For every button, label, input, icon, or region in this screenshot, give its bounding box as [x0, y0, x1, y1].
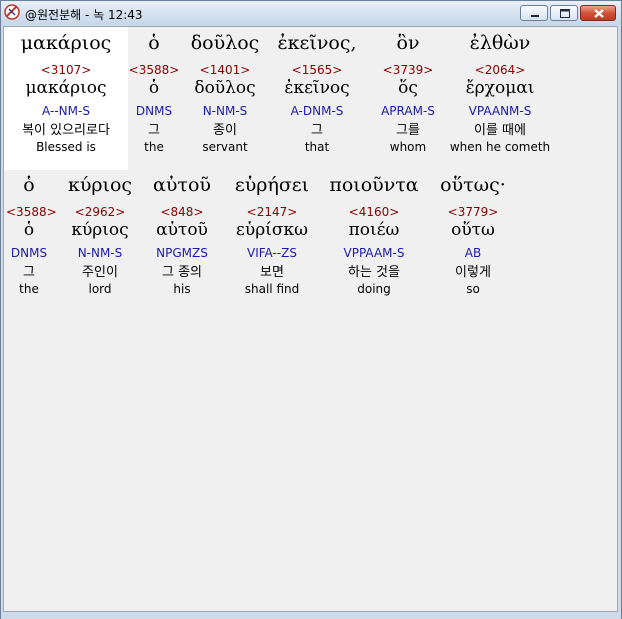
strong-number: <1565>	[291, 63, 343, 77]
greek-word: δοῦλος	[190, 32, 260, 54]
word-cell[interactable]: εὑρήσει <2147> εὑρίσκω VIFA--ZS 보면 shall find	[224, 173, 320, 296]
english-gloss: that	[304, 140, 330, 154]
strong-number: <848>	[160, 205, 204, 219]
close-button[interactable]	[580, 5, 616, 21]
english-gloss: the	[19, 282, 39, 296]
word-cell[interactable]: ἐκεῖνος, <1565> ἐκεῖνος A-DNM-S 그 that	[269, 31, 365, 154]
lemma-word: ὅς	[398, 78, 418, 98]
word-cell[interactable]: οὕτως· <3779> οὕτω AB 이렇게 so	[427, 173, 519, 296]
lemma-word: ποιέω	[348, 220, 400, 240]
english-gloss: servant	[202, 140, 248, 154]
maximize-icon	[560, 9, 570, 18]
title-bar[interactable]: @원전분해 - 녹 12:43	[1, 1, 621, 25]
korean-gloss: 그	[23, 265, 35, 280]
english-gloss: so	[466, 282, 480, 296]
parse-code: AB	[464, 246, 482, 260]
parse-code: APRAM-S	[381, 104, 435, 118]
greek-word: ὃν	[396, 32, 420, 54]
strong-number: <3779>	[447, 205, 499, 219]
english-gloss: the	[144, 140, 164, 154]
greek-word: εὑρήσει	[234, 174, 310, 196]
lemma-word: κύριος	[71, 220, 129, 240]
english-gloss: shall find	[244, 282, 300, 296]
greek-word: ἐλθὼν	[469, 32, 531, 54]
strong-number: <3107>	[40, 63, 92, 77]
korean-gloss: 그를	[396, 123, 420, 138]
strong-number: <2147>	[246, 205, 298, 219]
word-cell[interactable]: ὁ <3588> ὁ DNMS 그 the	[119, 31, 189, 154]
maximize-button[interactable]	[550, 5, 578, 21]
interlinear-panel[interactable]: μακάριος <3107> μακάριος A--NM-S 복이 있으리로다 Ble…	[3, 26, 618, 612]
window-title: @원전분해 - 녹 12:43	[25, 8, 143, 22]
app-window: @원전분해 - 녹 12:43 μακάριος <3107> μακάριος A-…	[0, 0, 622, 619]
lemma-word: ἐκεῖνος	[284, 78, 350, 98]
parse-code: N-NM-S	[202, 104, 248, 118]
word-cell[interactable]: κύριος <2962> κύριος N-NM-S 주인이 lord	[60, 173, 140, 296]
parse-code: A--NM-S	[42, 104, 90, 118]
parse-code: VIFA--ZS	[247, 246, 297, 260]
word-cell[interactable]: ὁ <3588> ὁ DNMS 그 the	[6, 173, 57, 296]
english-gloss: whom	[389, 140, 427, 154]
parse-code: NPGMZS	[156, 246, 208, 260]
strong-number: <2962>	[74, 205, 126, 219]
minimize-button[interactable]	[520, 5, 548, 21]
strong-number: <3739>	[382, 63, 434, 77]
greek-word: ποιοῦντα	[329, 174, 419, 196]
word-cell[interactable]: μακάριος <3107> μακάριος A--NM-S 복이 있으리로다 Ble…	[4, 31, 128, 154]
greek-word: ὁ	[148, 32, 160, 54]
strong-number: <3588>	[128, 63, 180, 77]
word-cell[interactable]: ποιοῦντα <4160> ποιέω VPPAAM-S 하는 것을 doing	[319, 173, 429, 296]
lemma-word: εὑρίσκω	[236, 220, 308, 240]
english-gloss: when he cometh	[449, 140, 551, 154]
word-cell[interactable]: ὃν <3739> ὅς APRAM-S 그를 whom	[366, 31, 450, 154]
korean-gloss: 이를 때에	[474, 123, 526, 138]
parse-code: DNMS	[135, 104, 173, 118]
greek-word: ὁ	[23, 174, 35, 196]
korean-gloss: 이렇게	[455, 265, 491, 280]
parse-code: A-DNM-S	[290, 104, 344, 118]
korean-gloss: 보면	[260, 265, 284, 280]
greek-word: οὕτως·	[440, 174, 506, 196]
lemma-word: δοῦλος	[194, 78, 256, 98]
close-icon	[594, 9, 604, 18]
lemma-word: οὕτω	[451, 220, 495, 240]
greek-word: κύριος	[67, 174, 133, 196]
greek-word: αὐτοῦ	[153, 174, 211, 196]
parse-code: VPPAAM-S	[343, 246, 405, 260]
parse-code: VPAANM-S	[468, 104, 532, 118]
greek-word: ἐκεῖνος,	[277, 32, 357, 54]
app-logo-icon[interactable]	[4, 4, 20, 20]
strong-number: <4160>	[348, 205, 400, 219]
korean-gloss: 하는 것을	[348, 265, 400, 280]
parse-code: N-NM-S	[77, 246, 123, 260]
lemma-word: ἔρχομαι	[465, 78, 535, 98]
lemma-word: μακάριος	[25, 78, 107, 98]
lemma-word: ὁ	[148, 78, 160, 98]
english-gloss: lord	[88, 282, 112, 296]
korean-gloss: 그 종의	[161, 265, 202, 280]
lemma-word: αὑτοῦ	[156, 220, 208, 240]
strong-number: <2064>	[474, 63, 526, 77]
korean-gloss: 주인이	[82, 265, 118, 280]
english-gloss: Blessed is	[36, 140, 96, 154]
word-cell[interactable]: αὐτοῦ <848> αὑτοῦ NPGMZS 그 종의 his	[139, 173, 225, 296]
minimize-icon	[531, 15, 539, 17]
strong-number: <1401>	[199, 63, 251, 77]
english-gloss: doing	[357, 282, 391, 296]
english-gloss: his	[173, 282, 191, 296]
lemma-word: ὁ	[23, 220, 35, 240]
greek-word: μακάριος	[20, 32, 112, 54]
korean-gloss: 그	[311, 123, 323, 138]
strong-number: <3588>	[6, 205, 57, 219]
status-bar	[1, 613, 621, 619]
parse-code: DNMS	[10, 246, 48, 260]
word-cell[interactable]: ἐλθὼν <2064> ἔρχομαι VPAANM-S 이를 때에 when he c…	[441, 31, 559, 154]
korean-gloss: 그	[148, 123, 160, 138]
korean-gloss: 복이 있으리로다	[22, 123, 110, 138]
word-cell[interactable]: δοῦλος <1401> δοῦλος N-NM-S 종이 servant	[185, 31, 265, 154]
korean-gloss: 종이	[213, 123, 237, 138]
